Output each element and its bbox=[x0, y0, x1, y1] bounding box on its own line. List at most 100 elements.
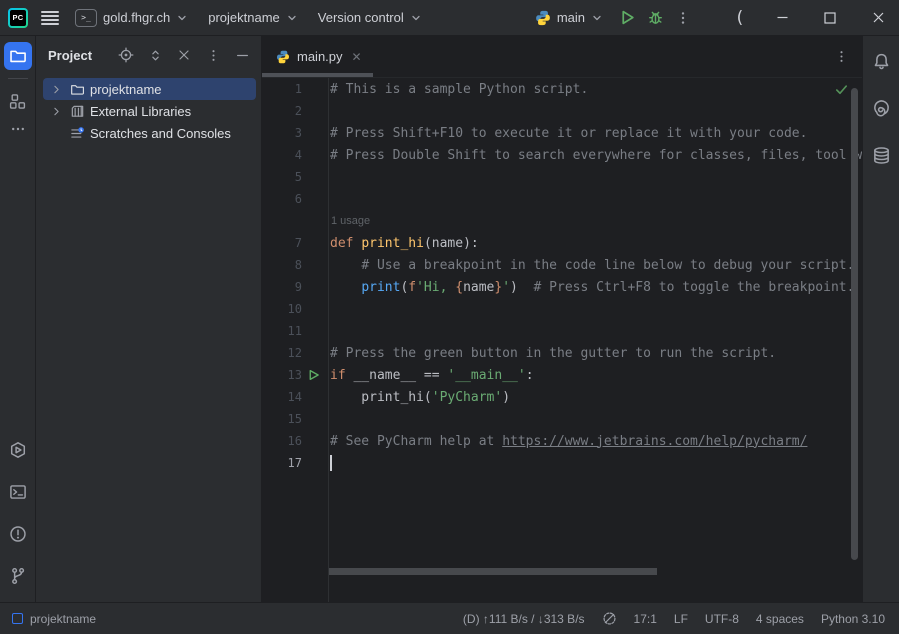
editor-tab-bar: main.py ✕ bbox=[262, 36, 862, 78]
ellipsis-icon bbox=[10, 121, 26, 137]
text-caret bbox=[330, 455, 332, 471]
more-actions-button[interactable] bbox=[669, 4, 697, 32]
gutter-line-15[interactable]: 15 bbox=[262, 412, 328, 426]
vertical-scrollbar-thumb[interactable] bbox=[851, 88, 858, 560]
tree-item-projektname[interactable]: projektname bbox=[43, 78, 256, 100]
select-opened-file-button[interactable] bbox=[117, 46, 135, 64]
status-project-widget[interactable]: projektname bbox=[12, 612, 96, 626]
horizontal-scrollbar-thumb[interactable] bbox=[329, 568, 657, 575]
python-icon bbox=[535, 10, 551, 26]
gutter-line-9[interactable]: 9 bbox=[262, 280, 328, 294]
minimize-button[interactable] bbox=[765, 3, 799, 33]
services-toolwindow-button[interactable] bbox=[4, 436, 32, 464]
gutter-line-7[interactable]: 7 bbox=[262, 236, 328, 250]
gutter-line-6[interactable]: 6 bbox=[262, 192, 328, 206]
network-speed-widget[interactable]: (D) ↑111 B/s / ↓313 B/s bbox=[463, 612, 585, 626]
usage-inlay-hint[interactable]: 1 usage bbox=[262, 210, 862, 232]
tab-options-button[interactable] bbox=[834, 49, 849, 64]
status-bar: projektname (D) ↑111 B/s / ↓313 B/s 17:1… bbox=[0, 602, 899, 634]
code-line-text: # Press Double Shift to search everywher… bbox=[328, 148, 862, 163]
code-line-13: 13if __name__ == '__main__': bbox=[262, 364, 862, 386]
gutter-line-13[interactable]: 13 bbox=[262, 368, 328, 382]
terminal-toolwindow-button[interactable] bbox=[4, 478, 32, 506]
window-shade-icon[interactable]: ( bbox=[723, 3, 757, 33]
tab-close-icon[interactable]: ✕ bbox=[350, 48, 364, 66]
inspection-ok-icon[interactable] bbox=[834, 82, 849, 97]
tree-item-external-libraries[interactable]: External Libraries bbox=[43, 100, 256, 122]
project-tree: projektname External Libraries Scratches… bbox=[36, 74, 261, 144]
remote-host-selector[interactable]: >_ gold.fhgr.ch bbox=[75, 9, 188, 27]
code-line-text: print_hi('PyCharm') bbox=[328, 390, 510, 405]
notifications-button[interactable] bbox=[867, 47, 895, 75]
version-control-widget[interactable]: Version control bbox=[318, 10, 422, 25]
run-line-button[interactable] bbox=[302, 369, 326, 381]
database-button[interactable] bbox=[867, 141, 895, 169]
line-number: 1 bbox=[262, 82, 302, 96]
services-icon bbox=[9, 441, 27, 459]
panel-options-button[interactable] bbox=[204, 46, 222, 64]
ai-assistant-button[interactable] bbox=[867, 94, 895, 122]
kebab-menu-icon bbox=[675, 10, 691, 26]
folder-icon bbox=[9, 47, 27, 65]
collapse-all-button[interactable] bbox=[175, 46, 193, 64]
gutter-line-16[interactable]: 16 bbox=[262, 434, 328, 448]
gutter-line-11[interactable]: 11 bbox=[262, 324, 328, 338]
divider bbox=[8, 78, 28, 79]
gutter-line-2[interactable]: 2 bbox=[262, 104, 328, 118]
ai-assistant-icon bbox=[872, 99, 891, 118]
gutter-line-3[interactable]: 3 bbox=[262, 126, 328, 140]
maximize-button[interactable] bbox=[813, 3, 847, 33]
version-control-toolwindow-button[interactable] bbox=[4, 562, 32, 590]
gutter-line-8[interactable]: 8 bbox=[262, 258, 328, 272]
line-ending-widget[interactable]: LF bbox=[674, 612, 688, 626]
code-editor[interactable]: 1# This is a sample Python script.23# Pr… bbox=[262, 78, 862, 602]
code-line-17: 17 bbox=[262, 452, 862, 474]
close-button[interactable] bbox=[861, 3, 895, 33]
caret-position-widget[interactable]: 17:1 bbox=[634, 612, 657, 626]
bug-icon bbox=[647, 9, 664, 26]
project-selector[interactable]: projektname bbox=[208, 10, 298, 25]
editor-area: main.py ✕ 1# This is a sample Python scr… bbox=[262, 36, 862, 602]
debug-button[interactable] bbox=[641, 4, 669, 32]
gutter-line-12[interactable]: 12 bbox=[262, 346, 328, 360]
project-panel-title: Project bbox=[48, 48, 92, 63]
project-selector-label: projektname bbox=[208, 10, 280, 25]
tab-main-py[interactable]: main.py ✕ bbox=[262, 36, 374, 77]
code-line-3: 3# Press Shift+F10 to execute it or repl… bbox=[262, 122, 862, 144]
gutter-line-4[interactable]: 4 bbox=[262, 148, 328, 162]
libraries-icon bbox=[69, 103, 85, 119]
gutter-line-1[interactable]: 1 bbox=[262, 82, 328, 96]
tab-strip-scrollbar[interactable] bbox=[262, 73, 373, 77]
database-icon bbox=[872, 146, 891, 165]
gutter-line-5[interactable]: 5 bbox=[262, 170, 328, 184]
tree-item-scratches[interactable]: Scratches and Consoles bbox=[43, 122, 256, 144]
main-menu-icon[interactable] bbox=[41, 11, 59, 25]
run-configuration-selector[interactable]: main bbox=[535, 10, 603, 26]
highlighting-level-button[interactable] bbox=[602, 611, 617, 626]
project-panel-header: Project bbox=[36, 36, 261, 74]
chevron-right-icon[interactable] bbox=[48, 81, 64, 97]
gutter-line-14[interactable]: 14 bbox=[262, 390, 328, 404]
code-line-11: 11 bbox=[262, 320, 862, 342]
problems-toolwindow-button[interactable] bbox=[4, 520, 32, 548]
interpreter-widget[interactable]: Python 3.10 bbox=[821, 612, 885, 626]
code-line-text: print(f'Hi, {name}') # Press Ctrl+F8 to … bbox=[328, 280, 854, 295]
chevron-right-icon[interactable] bbox=[48, 103, 64, 119]
indent-widget[interactable]: 4 spaces bbox=[756, 612, 804, 626]
hide-panel-button[interactable] bbox=[233, 46, 251, 64]
line-number: 13 bbox=[262, 368, 302, 382]
structure-toolwindow-button[interactable] bbox=[4, 87, 32, 115]
expand-collapse-button[interactable] bbox=[146, 46, 164, 64]
run-button[interactable] bbox=[613, 4, 641, 32]
encoding-widget[interactable]: UTF-8 bbox=[705, 612, 739, 626]
gutter-line-10[interactable]: 10 bbox=[262, 302, 328, 316]
line-number: 4 bbox=[262, 148, 302, 162]
tree-item-label: projektname bbox=[90, 82, 162, 97]
right-toolwindow-bar bbox=[862, 36, 899, 602]
locate-icon bbox=[118, 47, 134, 63]
code-lines: 1# This is a sample Python script.23# Pr… bbox=[262, 78, 862, 474]
project-toolwindow-button[interactable] bbox=[4, 42, 32, 70]
more-toolwindows-button[interactable] bbox=[4, 115, 32, 143]
kebab-menu-icon bbox=[206, 48, 221, 63]
gutter-line-17[interactable]: 17 bbox=[262, 456, 328, 470]
